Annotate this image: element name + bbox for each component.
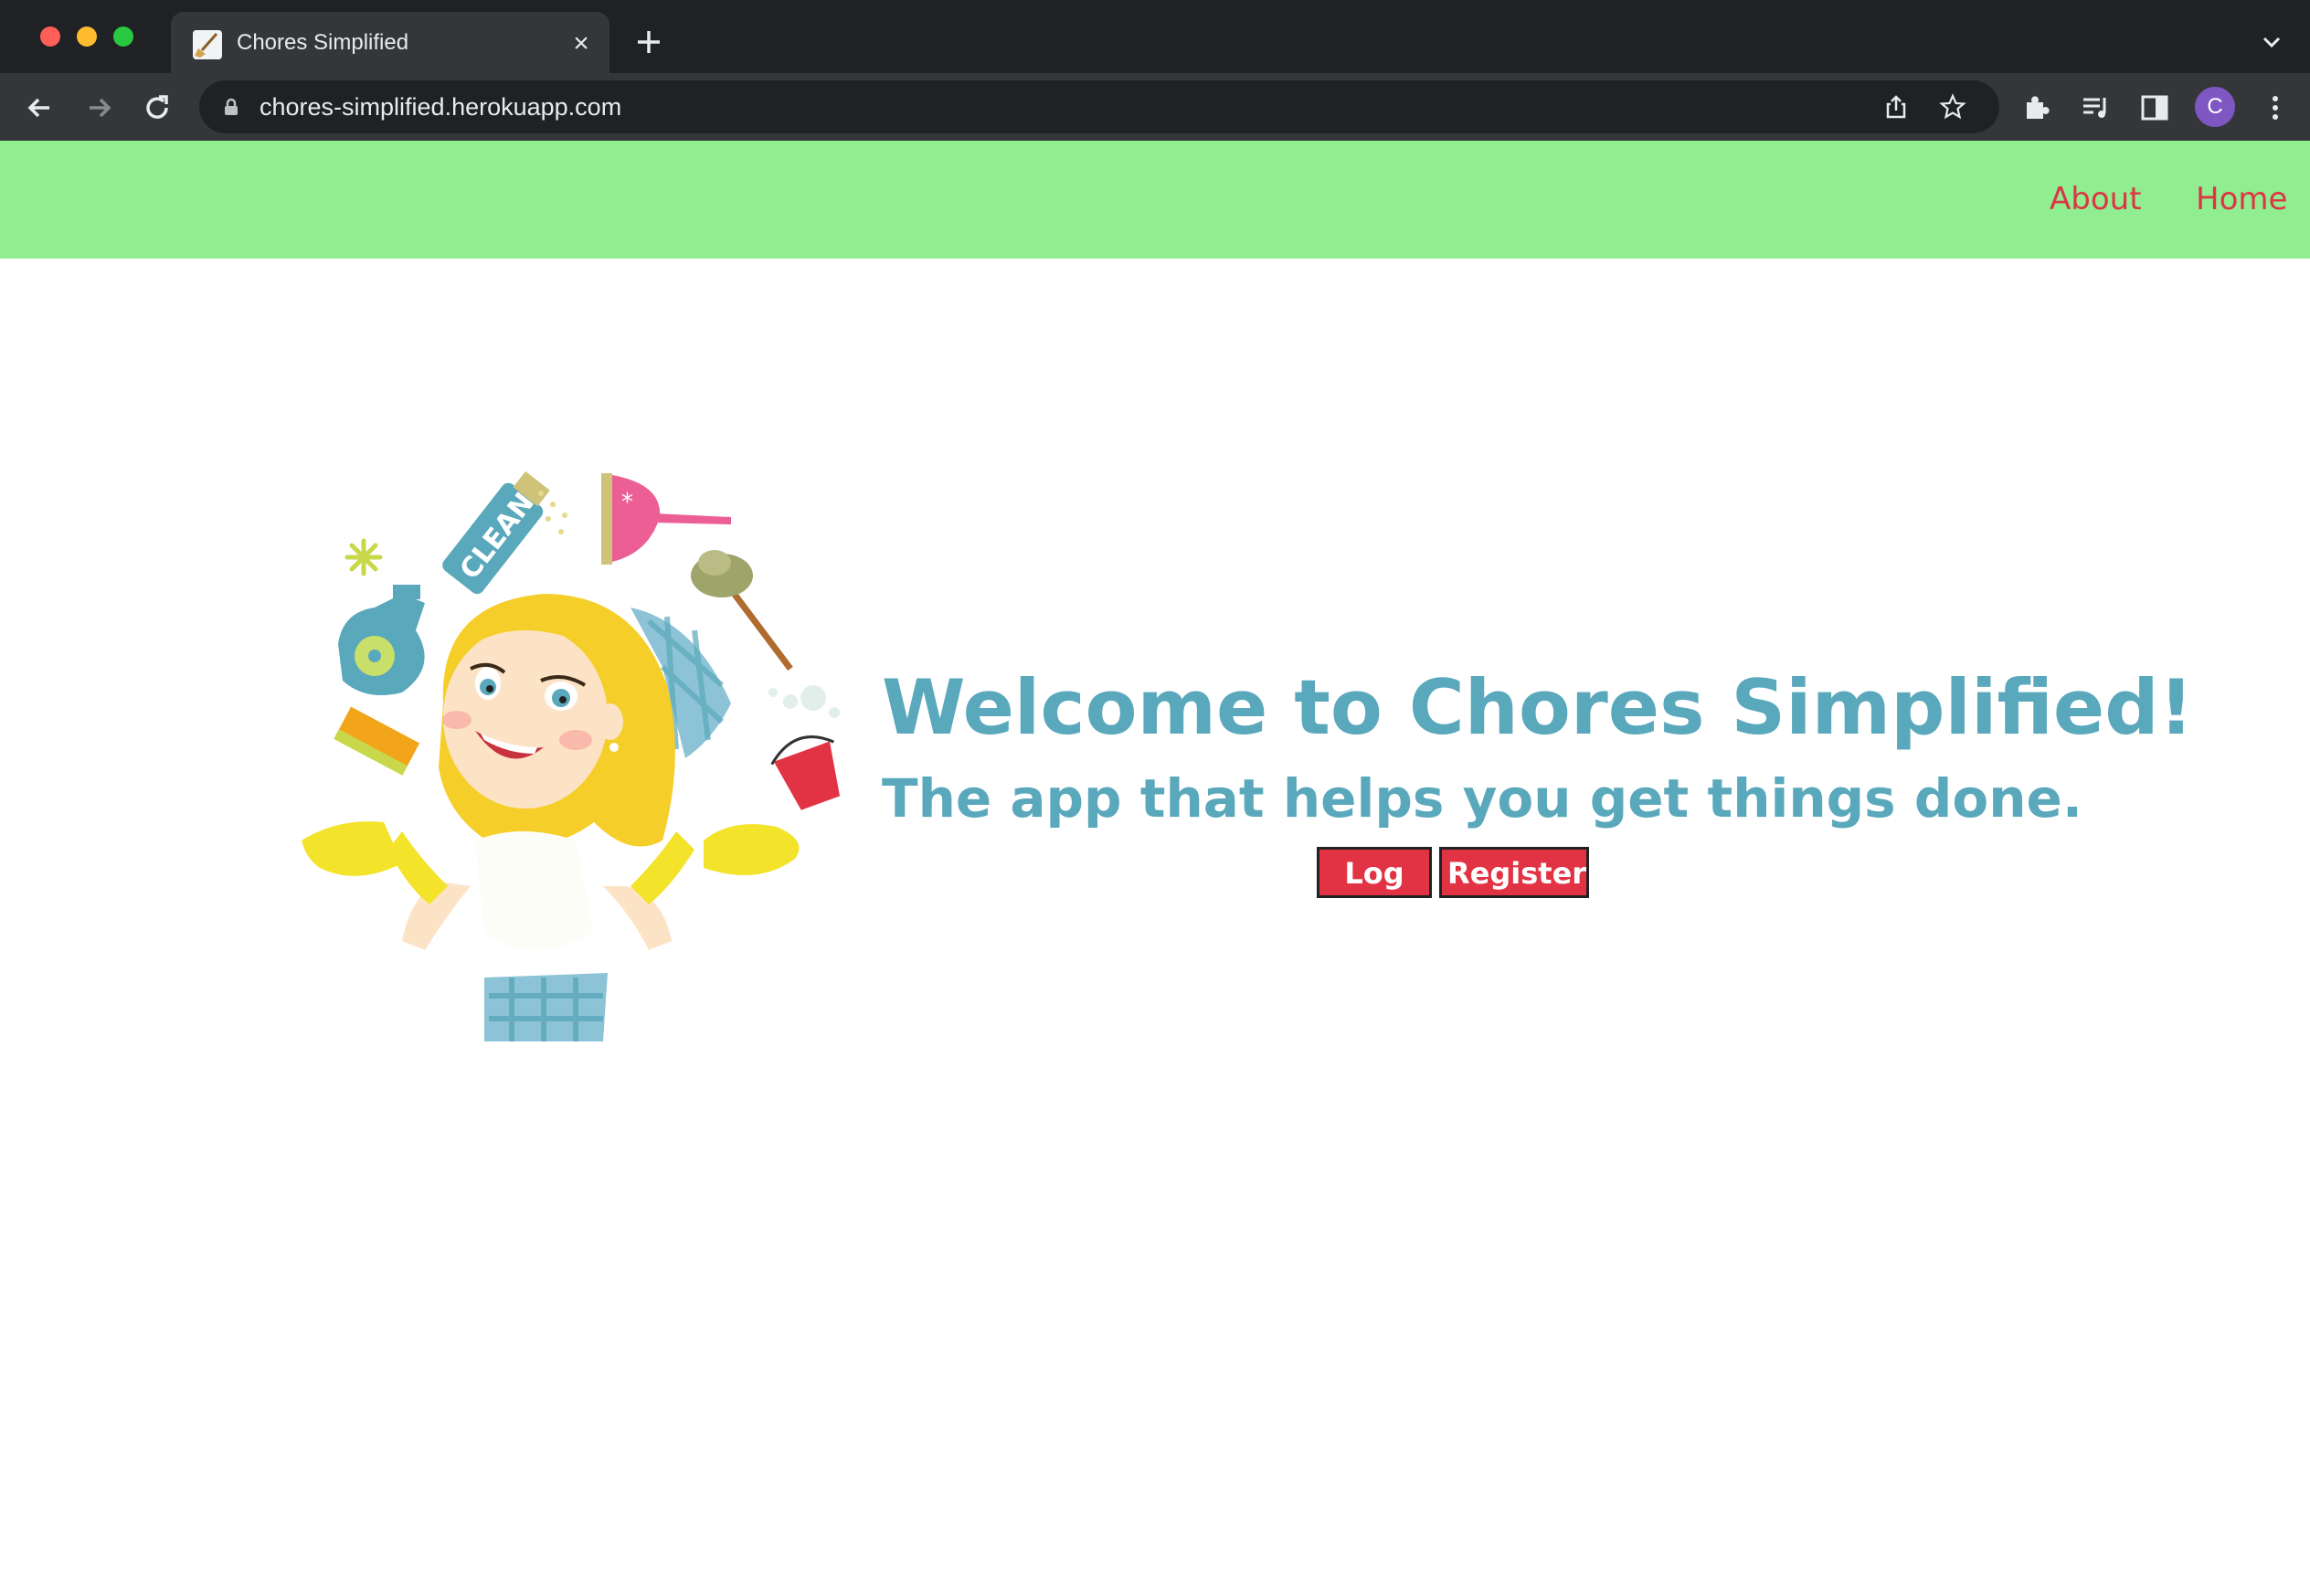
url-text[interactable]: chores-simplified.herokuapp.com — [260, 93, 621, 122]
maximize-window-button[interactable] — [113, 26, 133, 47]
nav-home-link[interactable]: Home — [2196, 181, 2287, 217]
extensions-puzzle-icon[interactable] — [2021, 91, 2054, 124]
tagline: The app that helps you get things done. — [882, 767, 2082, 830]
close-window-button[interactable] — [40, 26, 60, 47]
reload-icon[interactable] — [139, 90, 175, 126]
nav-about-link[interactable]: About — [2050, 181, 2142, 217]
profile-avatar[interactable]: C — [2195, 87, 2235, 127]
side-panel-icon[interactable] — [2138, 91, 2171, 124]
share-icon[interactable] — [1882, 93, 1910, 121]
media-queue-icon[interactable] — [2080, 91, 2113, 124]
more-menu-icon[interactable] — [2259, 91, 2292, 124]
broom-favicon-icon — [193, 30, 222, 59]
login-button[interactable]: Log In — [1317, 847, 1432, 936]
forward-arrow-icon[interactable] — [80, 90, 117, 126]
svg-text:*: * — [621, 489, 633, 516]
address-bar[interactable]: chores-simplified.herokuapp.com — [199, 80, 1999, 133]
lock-icon[interactable] — [221, 97, 241, 117]
browser-titlebar: Chores Simplified × — [0, 0, 2310, 73]
new-tab-icon[interactable] — [630, 24, 667, 60]
tab-close-icon[interactable]: × — [566, 28, 597, 59]
site-navbar: About Home — [0, 141, 2310, 259]
welcome-heading: Welcome to Chores Simplified! — [882, 663, 2194, 752]
housewife-cleaning-illustration: CLEAN * — [302, 457, 886, 1051]
chevron-down-icon[interactable] — [2257, 27, 2286, 57]
register-button[interactable]: Register — [1439, 847, 1589, 898]
browser-toolbar: chores-simplified.herokuapp.com C — [0, 73, 2310, 141]
bookmark-star-icon[interactable] — [1939, 93, 1966, 121]
tab-title: Chores Simplified — [237, 30, 409, 55]
browser-tab[interactable]: Chores Simplified × — [171, 12, 609, 73]
back-arrow-icon[interactable] — [22, 90, 58, 126]
minimize-window-button[interactable] — [77, 26, 97, 47]
